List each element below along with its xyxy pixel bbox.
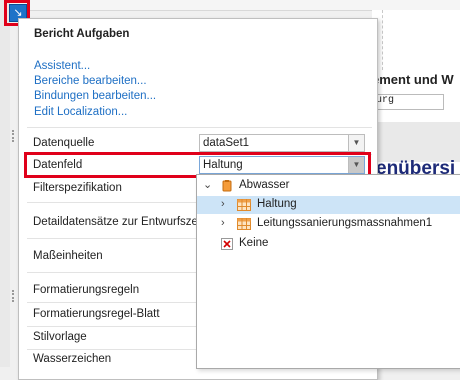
none-icon — [221, 238, 233, 250]
edit-localization-link[interactable]: Edit Localization... — [34, 106, 127, 118]
filter-label[interactable]: Filterspezifikation — [33, 182, 122, 194]
tree-item-label: Leitungssanierungsmassnahmen1 — [257, 217, 433, 229]
design-time-records-label[interactable]: Detaildatensätze zur Entwurfszeit — [33, 216, 204, 228]
wizard-link[interactable]: Assistent... — [34, 60, 90, 72]
datasource-value: dataSet1 — [203, 137, 250, 149]
chevron-down-icon[interactable]: ⌄ — [203, 179, 213, 191]
chevron-down-icon[interactable]: ▼ — [348, 135, 364, 151]
measure-units-label[interactable]: Maßeinheiten — [33, 250, 103, 262]
report-heading-fragment: ement und W — [372, 72, 454, 87]
report-field-fragment[interactable]: urg — [372, 94, 444, 110]
tree-item-label: Abwasser — [239, 179, 290, 191]
vertical-ruler — [0, 0, 10, 367]
datasource-icon — [221, 180, 233, 192]
tree-item-haltung[interactable]: › Haltung — [197, 196, 460, 214]
formatting-rules-label[interactable]: Formatierungsregeln — [33, 284, 139, 296]
formatting-rule-sheet-label[interactable]: Formatierungsregel-Blatt — [33, 308, 160, 320]
tree-item-leitungssanierung[interactable]: › Leitungssanierungsmassnahmen1 — [197, 215, 460, 233]
datasource-label: Datenquelle — [33, 137, 95, 149]
tree-item-label: Keine — [239, 237, 269, 249]
style-sheet-label[interactable]: Stilvorlage — [33, 331, 87, 343]
chevron-right-icon[interactable]: › — [221, 198, 231, 210]
panel-title: Bericht Aufgaben — [34, 28, 130, 40]
tree-item-abwasser[interactable]: ⌄ Abwasser — [197, 177, 460, 195]
tree-item-label: Haltung — [257, 198, 297, 210]
datafield-dropdown: ⌄ Abwasser › Haltung › Leitungssanierung… — [196, 174, 460, 369]
edit-bindings-link[interactable]: Bindungen bearbeiten... — [34, 90, 156, 102]
tree-item-keine[interactable]: Keine — [197, 235, 460, 253]
chevron-right-icon[interactable]: › — [221, 217, 231, 229]
divider — [27, 127, 372, 128]
datasource-combo[interactable]: dataSet1 ▼ — [199, 134, 365, 152]
edit-bands-link[interactable]: Bereiche bearbeiten... — [34, 75, 147, 87]
table-icon — [237, 218, 251, 230]
table-icon — [237, 199, 251, 211]
watermark-label[interactable]: Wasserzeichen — [33, 353, 111, 365]
